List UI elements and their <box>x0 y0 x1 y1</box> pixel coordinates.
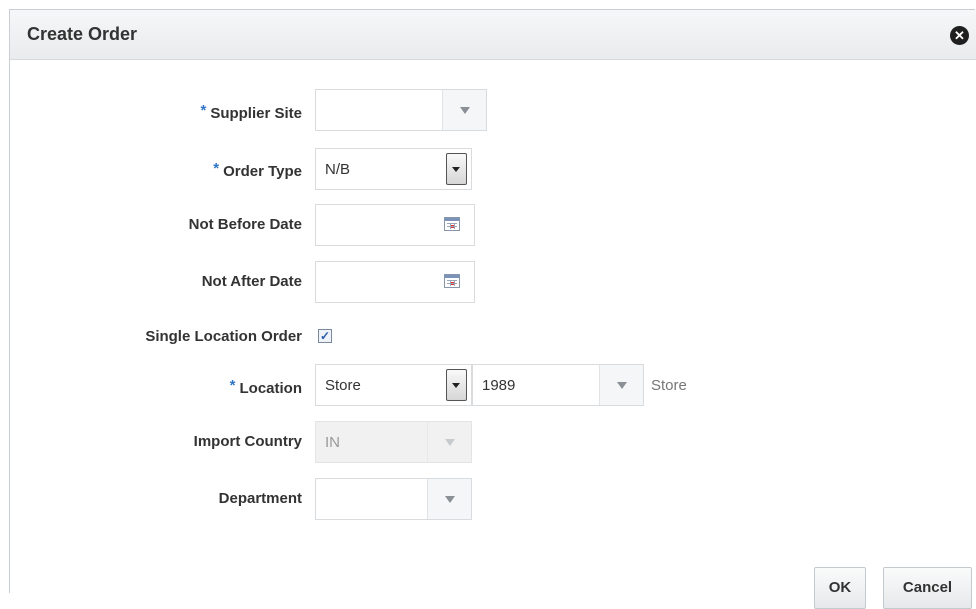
location-id-dropdown-button[interactable] <box>599 365 643 405</box>
import-country-label: Import Country <box>193 433 302 450</box>
import-country-input: IN <box>315 421 472 463</box>
supplier-site-label: * Supplier Site <box>200 102 302 122</box>
single-location-order-label: Single Location Order <box>145 328 302 345</box>
chevron-down-icon <box>617 382 627 389</box>
chevron-down-icon <box>452 383 460 388</box>
dialog-title: Create Order <box>27 24 138 44</box>
ok-button[interactable]: OK <box>814 567 866 609</box>
create-order-dialog: Create Order ✕ <box>9 9 976 593</box>
location-id-input[interactable]: 1989 <box>472 364 644 406</box>
supplier-site-input[interactable] <box>315 89 487 131</box>
not-before-date-label: Not Before Date <box>188 216 302 233</box>
not-after-date-input[interactable] <box>315 261 475 303</box>
location-label: * Location <box>229 377 302 397</box>
import-country-dropdown-button <box>427 422 471 462</box>
order-type-select-button[interactable] <box>446 153 467 185</box>
order-type-label: * Order Type <box>213 160 302 180</box>
chevron-down-icon <box>452 167 460 172</box>
chevron-down-icon <box>445 496 455 503</box>
calendar-icon[interactable] <box>444 274 460 288</box>
chevron-down-icon <box>445 439 455 446</box>
department-label: Department <box>218 490 302 507</box>
supplier-site-dropdown-button[interactable] <box>442 90 486 130</box>
department-dropdown-button[interactable] <box>427 479 471 519</box>
chevron-down-icon <box>460 107 470 114</box>
required-marker: * <box>200 102 207 119</box>
single-location-order-checkbox[interactable]: ✓ <box>318 329 332 343</box>
required-marker: * <box>229 377 236 394</box>
department-input[interactable] <box>315 478 472 520</box>
calendar-icon[interactable] <box>444 217 460 231</box>
close-icon[interactable]: ✕ <box>950 26 969 45</box>
not-before-date-input[interactable] <box>315 204 475 246</box>
location-description: Store <box>651 377 687 394</box>
location-type-select[interactable]: Store <box>315 364 472 406</box>
order-type-select[interactable]: N/B <box>315 148 472 190</box>
required-marker: * <box>213 160 220 177</box>
dialog-title-bar: Create Order ✕ <box>10 10 976 60</box>
cancel-button[interactable]: Cancel <box>883 567 972 609</box>
location-type-select-button[interactable] <box>446 369 467 401</box>
not-after-date-label: Not After Date <box>201 273 302 290</box>
